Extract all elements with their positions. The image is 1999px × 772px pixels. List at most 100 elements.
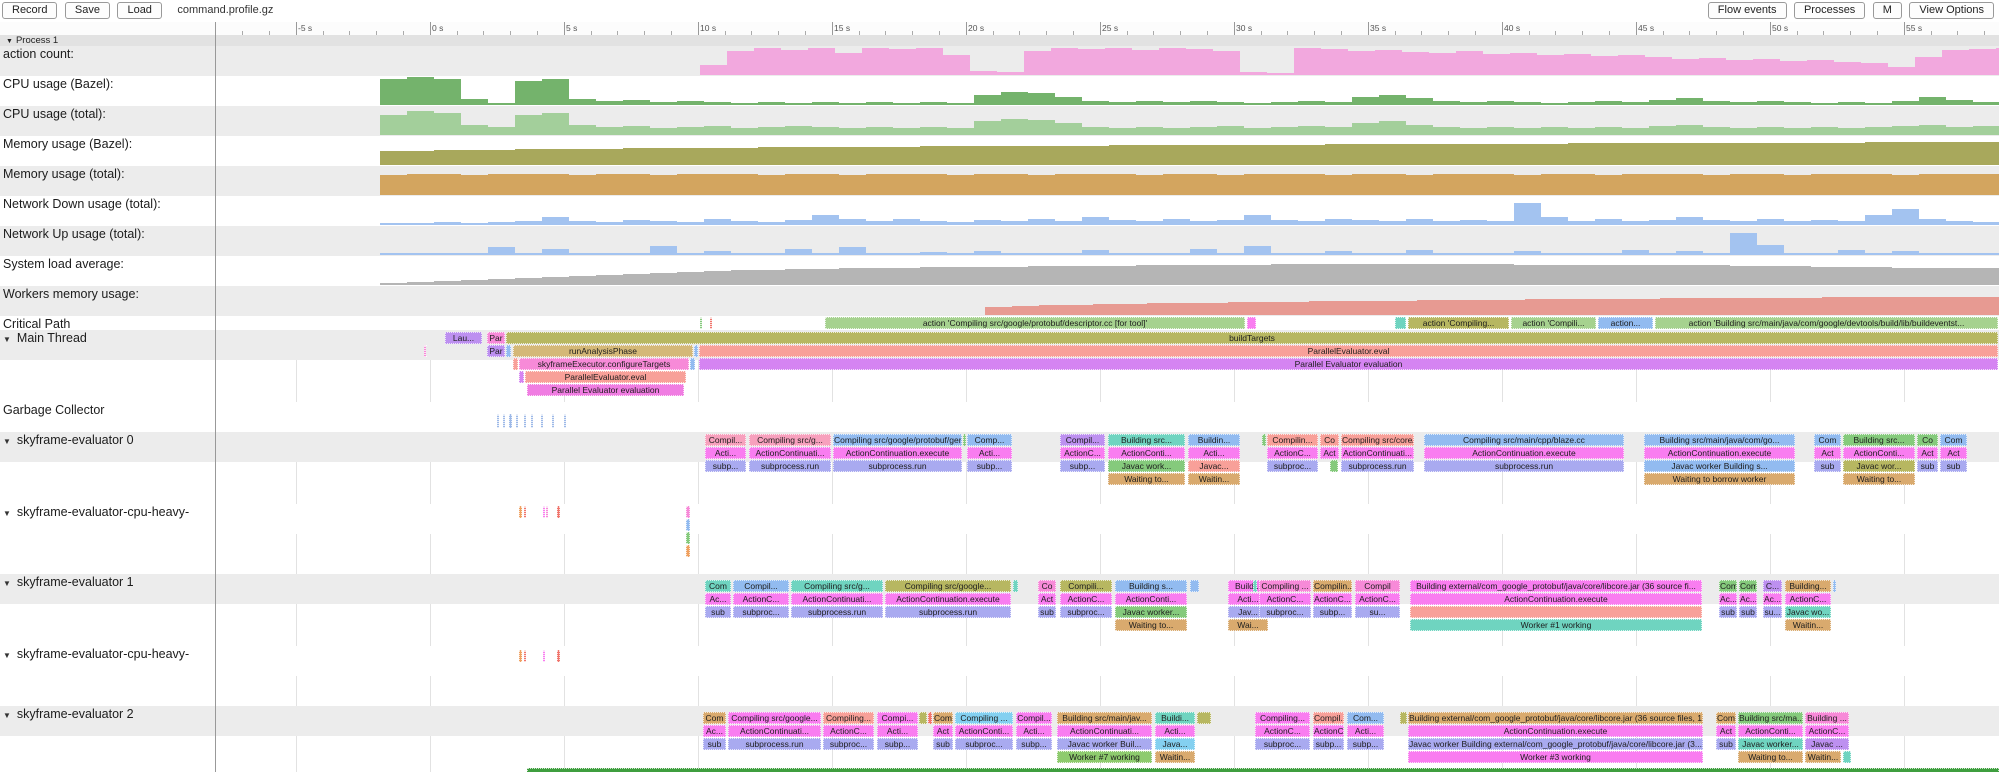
- event-bar[interactable]: ActionContinuati...: [791, 593, 883, 605]
- event-bar[interactable]: Act: [1716, 725, 1736, 737]
- event-bar[interactable]: subprocess.run: [749, 460, 831, 472]
- event-bar[interactable]: [543, 650, 545, 662]
- event-bar[interactable]: subproc...: [823, 738, 874, 750]
- collapse-arrow-icon[interactable]: ▼: [3, 509, 11, 518]
- event-bar[interactable]: ActionC...: [1313, 593, 1352, 605]
- event-bar[interactable]: subproc...: [1255, 738, 1310, 750]
- event-bar[interactable]: [919, 712, 927, 724]
- track-label-skyframe-evaluator-cpu-heavy-0[interactable]: ▼skyframe-evaluator-cpu-heavy-: [3, 505, 189, 519]
- event-bar[interactable]: Javac wo...: [1785, 606, 1831, 618]
- event-bar[interactable]: subp...: [967, 460, 1012, 472]
- event-bar[interactable]: [557, 650, 560, 662]
- event-bar[interactable]: Act: [1917, 447, 1938, 459]
- event-bar[interactable]: [1013, 580, 1018, 592]
- event-bar[interactable]: sub: [1716, 738, 1736, 750]
- event-bar[interactable]: Ac...: [705, 593, 731, 605]
- event-bar[interactable]: ActionC...: [1355, 593, 1400, 605]
- event-bar[interactable]: sub: [1814, 460, 1841, 472]
- event-bar[interactable]: Javac worker Building s...: [1644, 460, 1795, 472]
- sysload-chart[interactable]: [215, 256, 1999, 286]
- mem-bazel-chart[interactable]: [215, 136, 1999, 166]
- action-count-chart[interactable]: [215, 46, 1999, 76]
- collapse-arrow-icon[interactable]: ▼: [3, 651, 11, 660]
- event-bar[interactable]: [564, 414, 566, 428]
- event-bar[interactable]: ActionConti...: [955, 725, 1013, 737]
- event-bar[interactable]: Lau...: [445, 332, 482, 344]
- event-bar[interactable]: Ac...: [703, 725, 726, 737]
- event-bar[interactable]: Compil...: [1313, 712, 1344, 724]
- event-bar[interactable]: subproc...: [1259, 606, 1311, 618]
- event-bar[interactable]: [1400, 712, 1407, 724]
- event-bar[interactable]: [1262, 434, 1266, 446]
- event-bar[interactable]: Wai...: [1228, 619, 1268, 631]
- event-bar[interactable]: Acti...: [1016, 725, 1052, 737]
- event-bar[interactable]: sub: [705, 606, 731, 618]
- event-bar[interactable]: action 'Compiling src/google/protobuf/de…: [825, 317, 1245, 329]
- event-bar[interactable]: ActionC...: [823, 725, 874, 737]
- event-bar[interactable]: Worker #3 working: [1408, 751, 1703, 763]
- event-bar[interactable]: ActionConti...: [1115, 593, 1187, 605]
- event-bar[interactable]: su...: [1763, 606, 1782, 618]
- event-bar[interactable]: subproc...: [955, 738, 1013, 750]
- event-bar[interactable]: [694, 345, 698, 357]
- track-label-skyframe-evaluator-2[interactable]: ▼skyframe-evaluator 2: [3, 707, 134, 721]
- event-bar[interactable]: ActionC...: [1313, 725, 1344, 737]
- event-bar[interactable]: [524, 414, 526, 428]
- event-bar[interactable]: [541, 414, 543, 428]
- event-bar[interactable]: action 'Building src/main/java/com/googl…: [1655, 317, 1998, 329]
- event-bar[interactable]: Waiting to...: [1115, 619, 1187, 631]
- event-bar[interactable]: sub: [1719, 606, 1737, 618]
- event-bar[interactable]: subp...: [877, 738, 918, 750]
- event-bar[interactable]: Compil...: [733, 580, 789, 592]
- event-bar[interactable]: Waiting to...: [1108, 473, 1185, 485]
- event-bar[interactable]: Javac work...: [1108, 460, 1185, 472]
- mem-total-chart[interactable]: [215, 166, 1999, 196]
- event-bar[interactable]: [524, 506, 526, 518]
- event-bar[interactable]: Com: [1719, 580, 1737, 592]
- event-bar[interactable]: Parallel Evaluator evaluation: [699, 358, 1998, 370]
- event-bar[interactable]: Building src/ma...: [1738, 712, 1803, 724]
- event-bar[interactable]: Comp...: [967, 434, 1012, 446]
- event-bar[interactable]: [519, 371, 524, 383]
- event-bar[interactable]: Co: [1320, 434, 1339, 446]
- event-bar[interactable]: [557, 506, 560, 518]
- event-bar[interactable]: Act: [1814, 447, 1841, 459]
- event-bar[interactable]: Building external/com_google_protobuf/ja…: [1408, 712, 1703, 724]
- event-bar[interactable]: [513, 358, 518, 370]
- flow-events-button[interactable]: Flow events: [1708, 2, 1787, 19]
- event-bar[interactable]: [1330, 460, 1338, 472]
- event-bar[interactable]: action 'Compili...: [1511, 317, 1596, 329]
- event-bar[interactable]: Act: [933, 725, 953, 737]
- event-bar[interactable]: subproc...: [733, 606, 789, 618]
- event-bar[interactable]: [1395, 317, 1406, 329]
- event-bar[interactable]: Par: [487, 345, 505, 357]
- event-bar[interactable]: [552, 414, 554, 428]
- event-bar[interactable]: ActionC...: [733, 593, 789, 605]
- event-bar[interactable]: ActionContinuation.execute: [1410, 593, 1702, 605]
- metadata-button[interactable]: M: [1873, 2, 1902, 19]
- event-bar[interactable]: [497, 414, 499, 428]
- event-bar[interactable]: Com: [933, 712, 953, 724]
- event-bar[interactable]: ActionC...: [1060, 593, 1112, 605]
- event-bar[interactable]: Compil...: [1016, 712, 1052, 724]
- event-bar[interactable]: Javac worker Building external/com_googl…: [1408, 738, 1703, 750]
- event-bar[interactable]: Compiling ...: [1259, 580, 1311, 592]
- track-label-skyframe-evaluator-0[interactable]: ▼skyframe-evaluator 0: [3, 433, 134, 447]
- event-bar[interactable]: [506, 345, 511, 357]
- event-bar[interactable]: Acti...: [705, 447, 746, 459]
- event-bar[interactable]: Buildin...: [1188, 434, 1240, 446]
- event-bar[interactable]: Parallel Evaluator evaluation: [527, 384, 684, 396]
- event-bar[interactable]: ActionC...: [1785, 593, 1831, 605]
- event-bar[interactable]: Com: [705, 580, 731, 592]
- event-bar[interactable]: ActionContinuation.execute: [833, 447, 962, 459]
- net-up-chart[interactable]: [215, 226, 1999, 256]
- event-bar[interactable]: ActionContinuation.execute: [885, 593, 1011, 605]
- event-bar[interactable]: Buildi...: [1155, 712, 1195, 724]
- event-bar[interactable]: [509, 414, 512, 428]
- event-bar[interactable]: buildTargets: [506, 332, 1998, 344]
- event-bar[interactable]: Acti...: [877, 725, 918, 737]
- event-bar[interactable]: subp...: [1313, 606, 1352, 618]
- event-bar[interactable]: Compiling...: [823, 712, 874, 724]
- event-bar[interactable]: [1197, 712, 1211, 724]
- event-bar[interactable]: Compiling src/google...: [885, 580, 1011, 592]
